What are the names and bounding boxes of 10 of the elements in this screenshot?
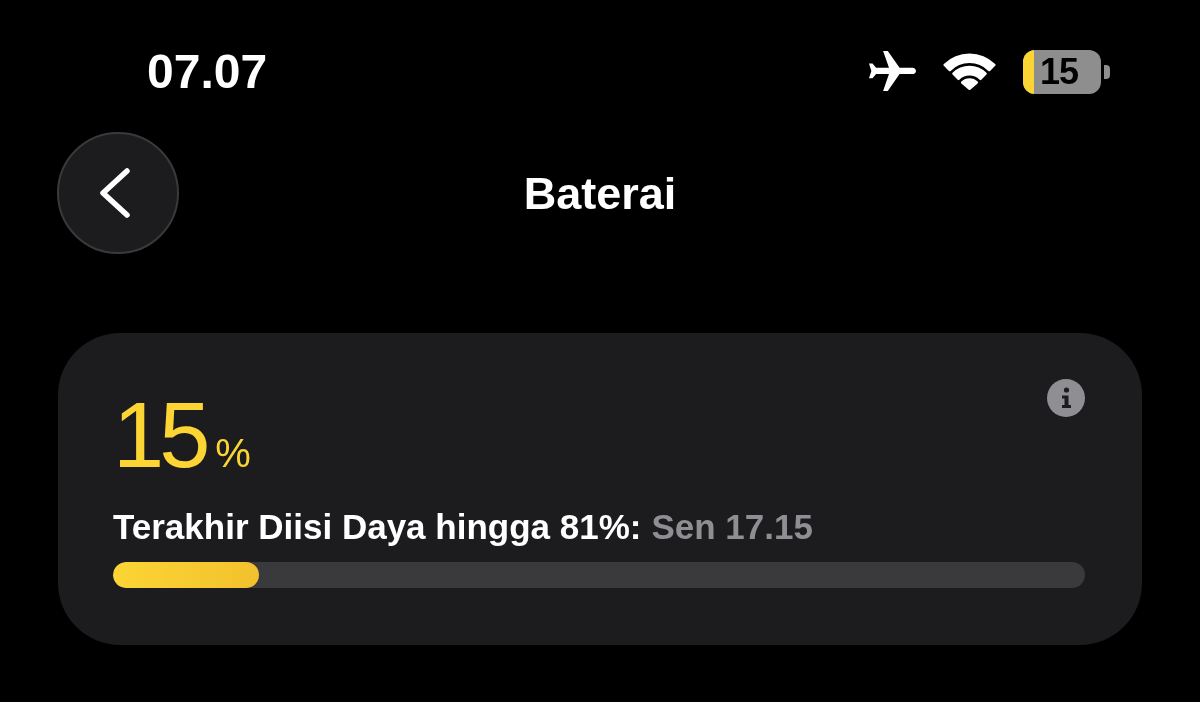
battery-level-number: 15 xyxy=(113,389,206,481)
last-charged-label: Terakhir Diisi Daya hingga 81%: xyxy=(113,506,642,548)
chevron-left-icon xyxy=(99,168,131,218)
wifi-icon xyxy=(943,53,996,91)
last-charged-time: Sen 17.15 xyxy=(651,506,813,548)
info-icon[interactable] xyxy=(1047,379,1085,417)
page-title: Baterai xyxy=(523,170,677,216)
status-time: 07.07 xyxy=(147,48,268,96)
percent-sign: % xyxy=(215,433,251,473)
battery-percentage: 15 xyxy=(1040,54,1079,90)
